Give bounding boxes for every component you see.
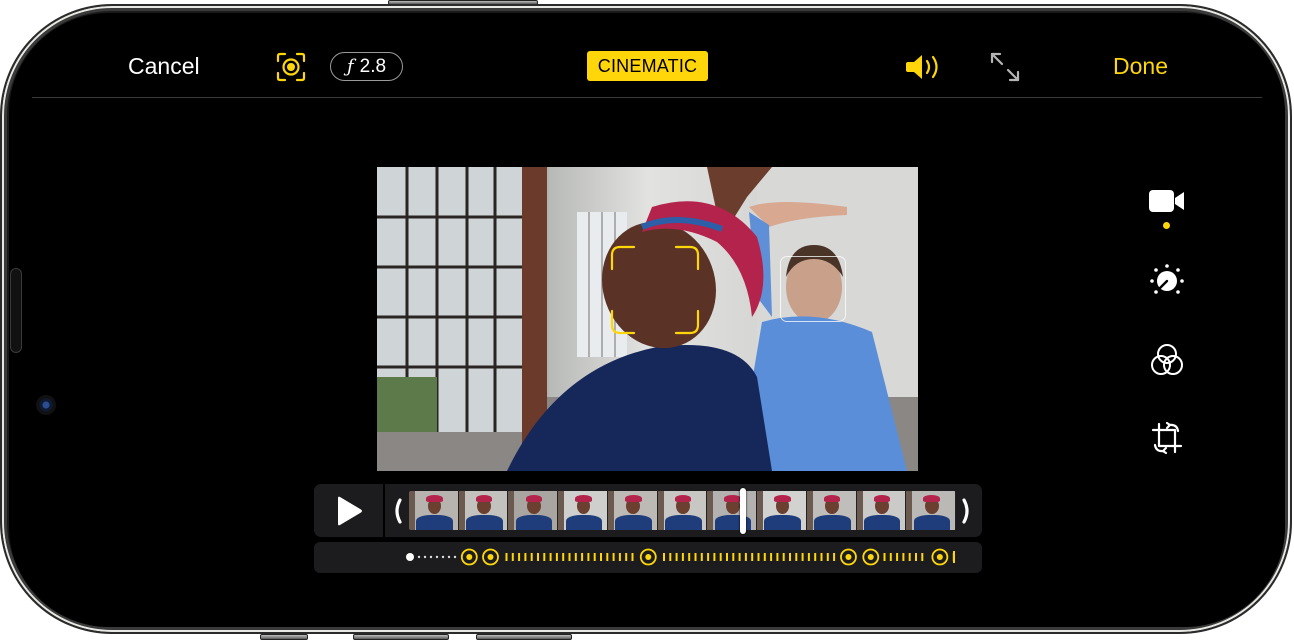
filmstrip-thumbnail xyxy=(757,491,807,530)
focus-point-marker[interactable] xyxy=(482,548,499,566)
focus-track-dot xyxy=(435,555,439,559)
trim-handle-left[interactable] xyxy=(390,497,404,525)
tool-filters[interactable] xyxy=(1146,339,1188,381)
chevron-left-icon xyxy=(395,498,402,524)
focus-track-dot xyxy=(441,555,445,559)
audio-toggle-button[interactable] xyxy=(905,52,945,82)
chevron-right-icon xyxy=(962,498,969,524)
toolbar-divider xyxy=(32,97,1262,98)
play-icon xyxy=(337,496,362,525)
video-preview[interactable] xyxy=(377,167,918,471)
adjust-dial-icon xyxy=(1150,264,1184,294)
filmstrip-thumbnail xyxy=(508,491,559,530)
focus-lock-icon xyxy=(276,52,306,82)
filters-circles-icon xyxy=(1151,344,1183,375)
aperture-symbol: ƒ xyxy=(346,56,354,77)
focus-track-dot xyxy=(417,555,421,559)
focus-track-dot xyxy=(423,555,427,559)
cinematic-mode-badge[interactable]: CINEMATIC xyxy=(587,51,708,81)
video-camera-icon xyxy=(1149,190,1184,212)
tool-crop[interactable] xyxy=(1146,417,1188,459)
trim-handle-right[interactable] xyxy=(960,497,974,525)
speaker-wave-icon xyxy=(906,55,938,79)
focus-point-marker[interactable] xyxy=(639,548,657,566)
focus-track-marks xyxy=(406,548,955,566)
aperture-button[interactable]: ƒ 2.8 xyxy=(330,52,403,81)
filmstrip-thumbnail xyxy=(856,491,907,530)
top-toolbar: Cancel ƒ 2.8 CINEMATIC Done xyxy=(0,0,1294,98)
face-focus-secondary[interactable] xyxy=(780,256,846,322)
expand-arrows-icon xyxy=(990,52,1020,82)
scrubber-separator xyxy=(383,484,385,537)
filmstrip-thumbnail xyxy=(657,491,708,530)
earpiece-speaker xyxy=(10,268,22,353)
filmstrip[interactable] xyxy=(409,491,956,530)
focus-brackets-icon xyxy=(610,245,700,335)
focus-point-marker[interactable] xyxy=(840,548,857,566)
tool-video[interactable] xyxy=(1146,180,1188,222)
face-focus-primary[interactable] xyxy=(610,245,700,335)
focus-track-dot xyxy=(447,555,451,559)
filmstrip-thumbnail xyxy=(806,491,857,530)
filmstrip-thumbnail xyxy=(409,491,459,530)
crop-rotate-icon xyxy=(1151,421,1183,455)
filmstrip-thumbnail xyxy=(558,491,608,530)
playhead[interactable] xyxy=(739,488,746,534)
focus-lock-button[interactable] xyxy=(275,51,307,83)
phone-volume-down-button xyxy=(476,634,572,640)
expand-button[interactable] xyxy=(988,50,1022,84)
focus-track-start[interactable] xyxy=(406,553,414,561)
phone-side-button xyxy=(260,634,308,640)
play-button[interactable] xyxy=(314,484,383,537)
phone-volume-up-button xyxy=(353,634,449,640)
filmstrip-thumbnail xyxy=(906,491,956,530)
filmstrip-thumbnail xyxy=(458,491,509,530)
aperture-value: 2.8 xyxy=(359,55,387,77)
focus-track[interactable] xyxy=(314,542,982,573)
focus-track-dot xyxy=(429,555,433,559)
filmstrip-thumbnail xyxy=(607,491,658,530)
focus-track-dot xyxy=(453,555,457,559)
focus-point-marker[interactable] xyxy=(460,548,478,566)
focus-point-marker[interactable] xyxy=(862,548,880,566)
focus-point-marker[interactable] xyxy=(931,548,949,566)
front-camera xyxy=(36,395,56,415)
filmstrip-thumbnail xyxy=(707,491,758,530)
cancel-button[interactable]: Cancel xyxy=(128,53,200,80)
tool-adjust[interactable] xyxy=(1146,260,1188,302)
active-tool-indicator xyxy=(1163,222,1170,229)
timeline-scrubber[interactable] xyxy=(314,484,982,537)
done-button[interactable]: Done xyxy=(1113,53,1168,80)
